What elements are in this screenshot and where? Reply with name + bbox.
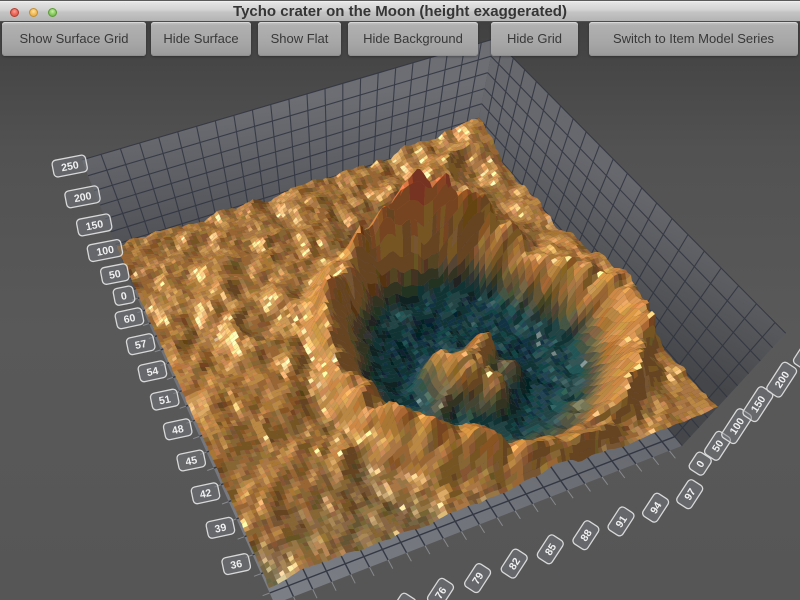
- svg-text:50: 50: [108, 268, 122, 282]
